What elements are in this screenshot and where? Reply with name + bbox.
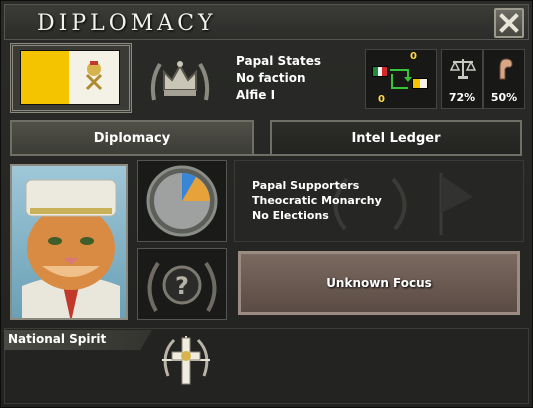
ruling-party: Papal Supporters — [252, 179, 360, 192]
title-bar: Diplomacy — [4, 4, 529, 40]
government-type: Theocratic Monarchy — [252, 194, 382, 207]
crown-emblem-icon — [150, 61, 210, 101]
elections-status: No Elections — [252, 209, 329, 222]
arrows-icon — [390, 69, 412, 89]
tab-diplomacy[interactable]: Diplomacy — [10, 120, 254, 155]
ideology-pie-frame[interactable] — [137, 160, 227, 242]
banner-flag-icon — [439, 173, 473, 235]
cat-leader-portrait — [22, 179, 120, 318]
unknown-focus-button[interactable]: Unknown Focus — [238, 251, 520, 315]
country-name: Papal States — [236, 54, 322, 68]
svg-text:?: ? — [175, 272, 189, 300]
question-icon: ? — [147, 261, 217, 313]
close-icon — [499, 13, 519, 33]
faction-relations-panel[interactable]: 0 0 — [365, 49, 437, 109]
close-button[interactable] — [494, 8, 524, 38]
war-support-stat[interactable]: 50% — [483, 49, 525, 109]
own-flag-icon — [412, 78, 428, 89]
stability-value: 72% — [448, 91, 476, 104]
arm-icon — [499, 58, 513, 80]
faction-top-value: 0 — [410, 51, 417, 62]
country-flag[interactable] — [20, 50, 120, 105]
leader-name: Alfie I — [236, 88, 276, 102]
country-info: Papal States No faction Alfie I — [236, 53, 321, 104]
national-spirit-label: National Spirit — [4, 330, 152, 350]
tab-divider — [10, 154, 522, 156]
papal-keys-icon — [85, 61, 103, 91]
ideology-info: Papal Supporters Theocratic Monarchy No … — [252, 178, 382, 223]
cross-spirit-icon[interactable] — [158, 330, 214, 390]
scales-icon — [450, 59, 476, 79]
stability-stat[interactable]: 72% — [441, 49, 483, 109]
mexico-flag-icon — [372, 66, 388, 77]
faction-bottom-value: 0 — [378, 94, 385, 105]
ideology-pie-chart — [146, 165, 218, 237]
faction-name: No faction — [236, 71, 306, 85]
leader-portrait[interactable] — [10, 164, 128, 320]
focus-icon-frame[interactable]: ? — [137, 248, 227, 320]
war-support-value: 50% — [490, 91, 518, 104]
window-title: Diplomacy — [37, 11, 217, 36]
tab-intel-ledger[interactable]: Intel Ledger — [270, 120, 522, 155]
